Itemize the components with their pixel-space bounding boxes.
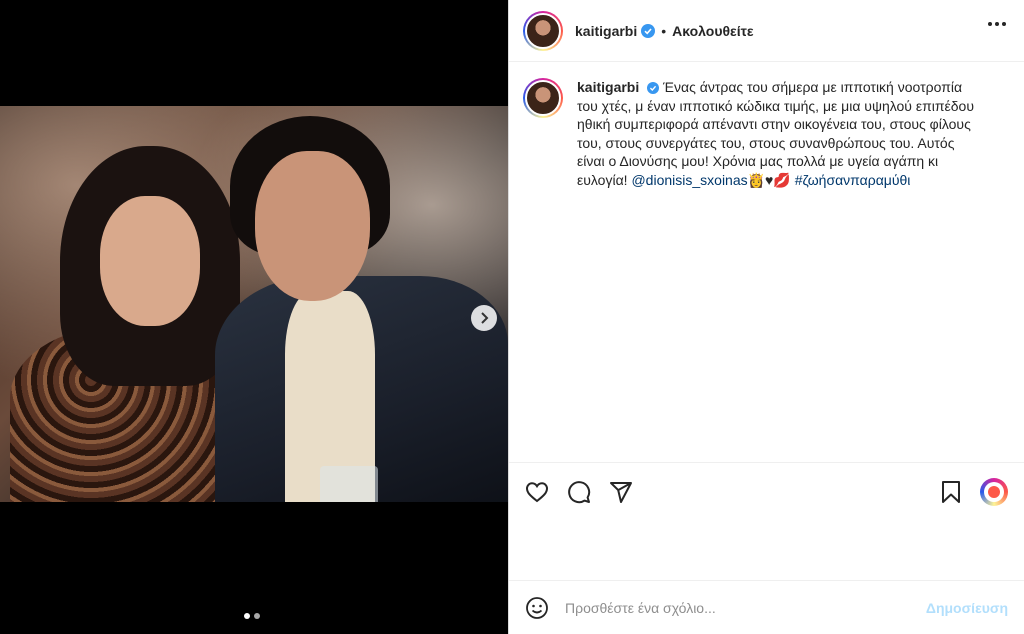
hashtag-link[interactable]: #ζωήσανπαραμύθι xyxy=(795,172,911,188)
username-link[interactable]: kaitigarbi xyxy=(575,23,637,39)
share-icon[interactable] xyxy=(609,480,633,504)
comment-input[interactable] xyxy=(565,599,926,616)
caption-username[interactable]: kaitigarbi xyxy=(577,79,639,95)
media-area xyxy=(0,0,508,634)
caption-emojis: 👸♥💋 xyxy=(747,171,791,188)
emoji-icon[interactable] xyxy=(525,596,549,620)
post-side-panel: kaitigarbi • Ακολουθείτε kaitigarbi Ένας… xyxy=(508,0,1024,634)
avatar[interactable] xyxy=(523,10,563,51)
heart-icon[interactable] xyxy=(525,480,549,504)
post-header: kaitigarbi • Ακολουθείτε xyxy=(509,0,1024,62)
more-options-icon[interactable] xyxy=(988,22,1006,26)
post-comment-button[interactable]: Δημοσίευση xyxy=(926,600,1008,616)
comment-bar: Δημοσίευση xyxy=(509,580,1024,634)
avatar[interactable] xyxy=(523,78,563,118)
post-photo xyxy=(0,106,508,502)
story-ring-icon[interactable] xyxy=(980,478,1008,506)
carousel-dot xyxy=(254,613,260,619)
following-button[interactable]: Ακολουθείτε xyxy=(672,23,753,39)
next-photo-button[interactable] xyxy=(471,305,497,331)
bookmark-icon[interactable] xyxy=(940,480,962,504)
comment-icon[interactable] xyxy=(567,480,591,504)
caption: kaitigarbi Ένας άντρας του σήμερα με ιππ… xyxy=(577,78,977,462)
verified-icon xyxy=(647,82,660,95)
action-bar xyxy=(509,462,1024,520)
carousel-dot-active xyxy=(244,613,250,619)
mention-link[interactable]: @dionisis_sxoinas xyxy=(631,172,747,188)
post-dialog: kaitigarbi • Ακολουθείτε kaitigarbi Ένας… xyxy=(0,0,1024,634)
verified-icon xyxy=(641,23,656,38)
chevron-right-icon xyxy=(481,312,489,324)
separator: • xyxy=(661,22,667,39)
carousel-indicator xyxy=(244,613,260,619)
caption-area: kaitigarbi Ένας άντρας του σήμερα με ιππ… xyxy=(509,62,1024,462)
